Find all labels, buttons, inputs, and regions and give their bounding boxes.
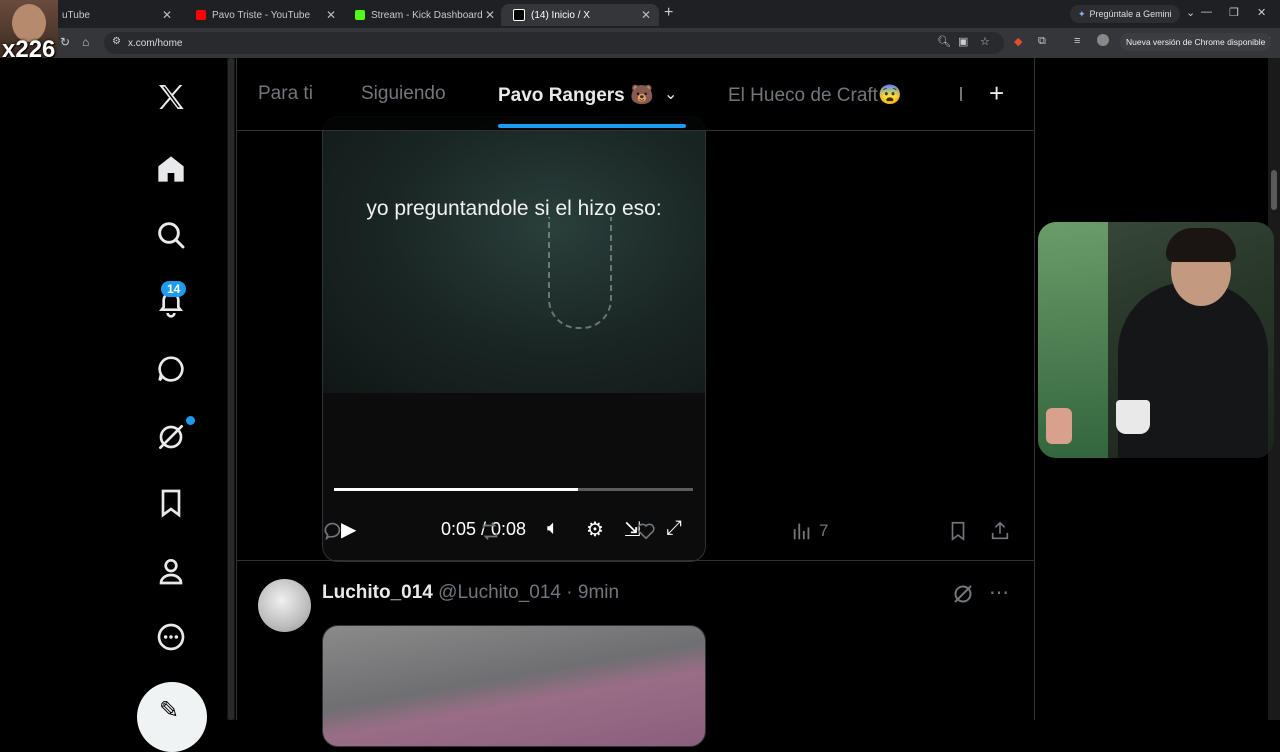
repost-icon [482,522,498,540]
heart-icon [637,523,655,540]
close-window-icon[interactable]: ✕ [1257,6,1266,19]
reading-list-icon[interactable]: ≡ [1074,35,1080,47]
sidebar-scrollbar[interactable] [227,58,235,720]
share-button[interactable] [989,520,1011,542]
bookmarks-icon[interactable] [152,484,190,522]
views-button[interactable]: 7 [791,520,828,542]
timeline-tabs: Para ti Siguiendo Pavo Rangers 🐻 ⌄ El Hu… [237,58,1034,131]
chevron-down-icon[interactable]: ⌄ [664,84,677,104]
youtube-icon [196,10,206,20]
reply-button[interactable] [323,520,345,542]
reply-icon [324,522,341,541]
browser-tab-pavo-triste[interactable]: Pavo Triste - YouTube ✕ [184,4,344,26]
zoom-icon[interactable]: 🔍︎ [937,35,951,48]
tweet-time[interactable]: · 9min [566,582,619,603]
more-icon[interactable] [152,618,190,656]
close-tab-icon[interactable]: ✕ [485,8,495,22]
grok-tweet-icon[interactable] [951,582,975,611]
close-tab-icon[interactable]: ✕ [641,8,651,22]
browser-tab-x[interactable]: (14) Inicio / X ✕ [501,4,659,26]
home-browser-icon[interactable]: ⌂ [82,35,89,49]
tabs-divider [960,87,962,101]
scrollbar-thumb[interactable] [228,58,234,720]
analytics-icon [793,523,810,540]
video-caption: yo preguntandole si el hizo eso: [366,197,662,220]
repost-button[interactable] [479,520,501,542]
display-name[interactable]: Luchito_014 [322,582,433,603]
url-text: x.com/home [128,37,183,49]
grok-icon[interactable] [152,418,190,456]
notification-count-badge: 14 [161,281,187,297]
video-progress-bar[interactable] [334,488,693,491]
avatar[interactable] [258,579,311,632]
compose-icon: ✎ [159,697,180,724]
cast-icon[interactable]: ▣ [958,35,968,48]
tweet-divider [237,560,1034,561]
fullscreen-icon[interactable]: ⤢ [666,517,682,540]
necklace-image [548,217,612,329]
tab-pavo-rangers[interactable]: Pavo Rangers 🐻 [498,83,654,107]
more-options-icon[interactable]: ⋯ [989,580,1009,605]
webcam-overlay [1038,222,1274,458]
bookmark-button[interactable] [947,520,969,542]
kick-icon [355,10,365,20]
bookmark-icon [951,521,965,541]
new-tab-button[interactable]: + [664,4,673,22]
tab-siguiendo[interactable]: Siguiendo [361,83,446,105]
gemini-label: Pregúntale a Gemini [1089,9,1172,19]
mug-image [1116,400,1150,434]
home-icon[interactable] [152,150,190,188]
x-favicon-icon [513,9,525,21]
browser-tab-bar: uTube ✕ Pavo Triste - YouTube ✕ Stream -… [0,0,1280,28]
streamer-hair-image [1166,228,1236,262]
tweet-video[interactable]: yo preguntandole si el hizo eso: ▶ 0:05 … [322,116,706,562]
figurine-image [1046,408,1072,444]
gemini-icon: ✦ [1078,8,1086,19]
minimize-icon[interactable]: — [1201,6,1212,18]
x-logo-icon[interactable] [152,78,190,116]
scrollbar-thumb[interactable] [1271,170,1277,210]
like-button[interactable] [635,520,657,542]
video-progress-fill [334,488,579,491]
tweet-header: Luchito_014 @Luchito_014 · 9min [322,582,619,604]
views-count: 7 [819,521,829,540]
search-icon[interactable] [152,216,190,254]
share-icon [991,521,1009,540]
tab-title: (14) Inicio / X [531,9,590,21]
tab-el-hueco-de-craft[interactable]: El Hueco de Craft😨 [728,83,902,107]
tweet-media[interactable] [322,625,706,747]
site-info-icon[interactable]: ⚙ [112,36,121,47]
chrome-update-button[interactable]: Nueva versión de Chrome disponible [1120,33,1272,51]
compose-post-button[interactable]: ✎ [137,682,207,752]
add-list-button[interactable]: + [989,78,1004,109]
tab-title: Pavo Triste - YouTube [212,9,311,21]
active-tab-indicator [498,124,686,128]
browser-tab-kick[interactable]: Stream - Kick Dashboard ✕ [343,4,503,26]
extension-icon[interactable]: ◆ [1014,35,1022,48]
gemini-button[interactable]: ✦ Pregúntale a Gemini [1070,5,1180,23]
reload-icon[interactable]: ↻ [60,35,70,49]
profile-avatar[interactable] [1097,34,1109,46]
x-sidebar: ✎ [0,58,226,752]
bookmark-star-icon[interactable]: ☆ [980,35,990,48]
settings-icon[interactable]: ⚙ [586,517,604,542]
tab-title: uTube [62,9,90,21]
video-frame [323,117,705,393]
extensions-puzzle-icon[interactable]: ⧉ [1038,35,1046,48]
messages-icon[interactable] [152,350,190,388]
grok-new-dot [186,416,195,425]
user-handle[interactable]: @Luchito_014 [438,582,561,603]
tab-title: Stream - Kick Dashboard [371,9,483,21]
profile-icon[interactable] [152,552,190,590]
tab-para-ti[interactable]: Para ti [258,83,313,105]
tab-search-icon[interactable]: ⌄ [1186,6,1195,19]
address-bar-row: ↻ ⌂ ⚙ x.com/home 🔍︎ ▣ ☆ ◆ ⧉ ≡ ⋮ [0,28,1280,58]
restore-icon[interactable]: ❐ [1229,6,1239,19]
volume-icon[interactable]: 🔈︎ [547,517,559,540]
close-tab-icon[interactable]: ✕ [326,8,336,22]
timeline-column: yo preguntandole si el hizo eso: ▶ 0:05 … [236,58,1035,747]
close-tab-icon[interactable]: ✕ [162,8,172,22]
omnibox[interactable]: ⚙ x.com/home [104,32,1004,54]
